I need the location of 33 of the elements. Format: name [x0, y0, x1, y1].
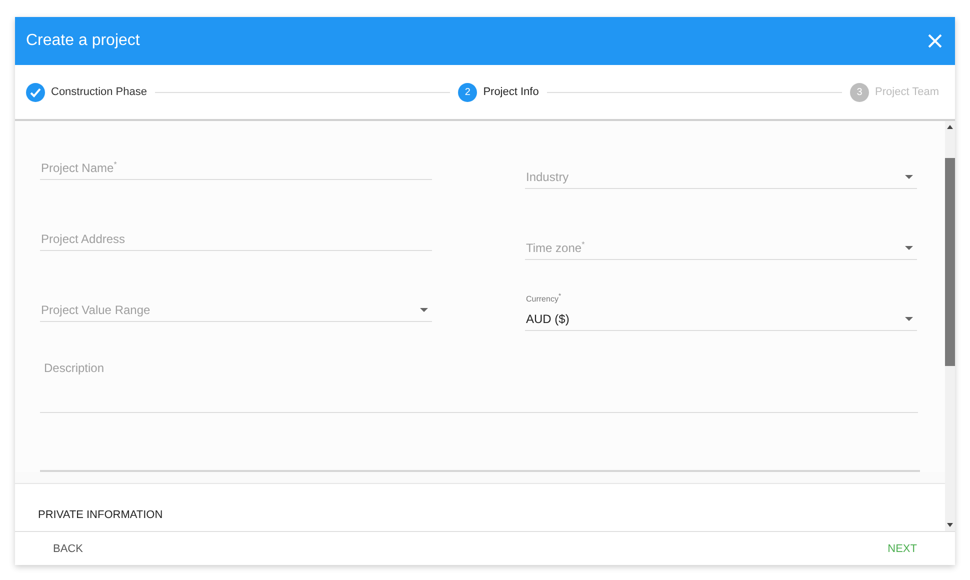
step-number: 3	[850, 82, 870, 102]
dropdown-caret-icon	[905, 317, 913, 321]
scrollbar[interactable]	[945, 121, 955, 531]
dialog-title: Create a project	[26, 32, 140, 50]
description-field[interactable]: Description	[40, 355, 918, 413]
scroll-up-icon[interactable]	[947, 125, 953, 129]
field-placeholder: Project Address	[41, 232, 126, 246]
scroll-down-icon[interactable]	[947, 523, 953, 527]
dropdown-caret-icon	[905, 175, 913, 179]
step-label: Project Team	[875, 86, 940, 98]
field-placeholder: Description	[44, 361, 104, 375]
scrollbar-thumb[interactable]	[945, 158, 955, 366]
field-label: Currency$^{*}$	[526, 293, 562, 304]
field-placeholder: Time zone$^{*}$	[526, 240, 585, 255]
step-number: 2	[458, 82, 478, 102]
input-field[interactable]: Project Name$^{*}$	[40, 128, 432, 180]
select-field[interactable]: Project Value Range	[40, 270, 432, 322]
section-heading: PRIVATE INFORMATION	[38, 509, 163, 521]
dropdown-caret-icon	[905, 246, 913, 250]
field-placeholder: Project Name$^{*}$	[41, 160, 117, 175]
field-placeholder: Project Value Range	[41, 303, 150, 317]
back-button[interactable]: BACK	[39, 536, 97, 560]
select-field[interactable]: Industry	[525, 137, 917, 189]
select-field[interactable]: Currency$^{*}$ AUD ($)	[525, 279, 917, 331]
close-icon[interactable]	[928, 34, 942, 48]
step-label: Project Info	[483, 86, 539, 98]
field-value: AUD ($)	[526, 312, 570, 326]
step-label: Construction Phase	[51, 86, 147, 98]
input-field[interactable]: Project Address	[40, 199, 432, 251]
next-button[interactable]: NEXT	[874, 536, 931, 560]
dropdown-caret-icon	[420, 308, 428, 312]
select-field[interactable]: Time zone$^{*}$	[525, 208, 917, 260]
field-placeholder: Industry	[526, 170, 569, 184]
